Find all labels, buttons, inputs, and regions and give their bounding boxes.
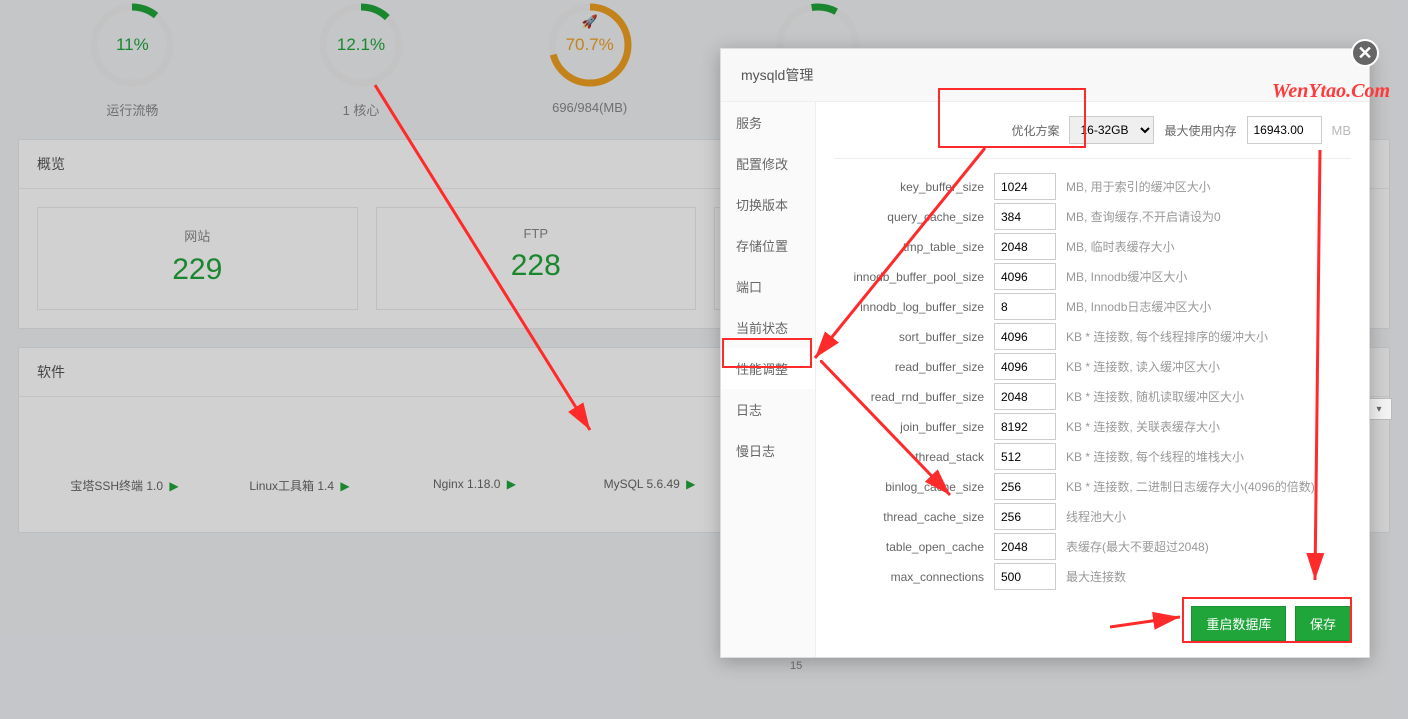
modal-sidebar-item-3[interactable]: 存储位置 xyxy=(721,225,815,266)
param-key: max_connections xyxy=(834,570,994,584)
param-row-tmp_table_size: tmp_table_size MB, 临时表缓存大小 xyxy=(834,233,1351,260)
restart-db-button[interactable]: 重启数据库 xyxy=(1191,606,1286,641)
param-row-binlog_cache_size: binlog_cache_size KB * 连接数, 二进制日志缓存大小(409… xyxy=(834,473,1351,500)
param-desc: KB * 连接数, 随机读取缓冲区大小 xyxy=(1066,388,1244,405)
param-row-sort_buffer_size: sort_buffer_size KB * 连接数, 每个线程排序的缓冲大小 xyxy=(834,323,1351,350)
close-icon: ✕ xyxy=(1357,44,1372,62)
param-row-innodb_buffer_pool_size: innodb_buffer_pool_size MB, Innodb缓冲区大小 xyxy=(834,263,1351,290)
modal-main: 优化方案 16-32GB 最大使用内存 MB key_buffer_size MB… xyxy=(816,102,1369,657)
param-desc: KB * 连接数, 读入缓冲区大小 xyxy=(1066,358,1220,375)
param-desc: MB, Innodb缓冲区大小 xyxy=(1066,268,1187,285)
param-desc: MB, 临时表缓存大小 xyxy=(1066,238,1175,255)
param-key: query_cache_size xyxy=(834,210,994,224)
modal-sidebar-item-8[interactable]: 慢日志 xyxy=(721,430,815,471)
max-mem-input[interactable] xyxy=(1247,116,1322,144)
param-row-join_buffer_size: join_buffer_size KB * 连接数, 关联表缓存大小 xyxy=(834,413,1351,440)
modal-sidebar-item-0[interactable]: 服务 xyxy=(721,102,815,143)
param-input-binlog_cache_size[interactable] xyxy=(994,473,1056,500)
mysqld-modal: ✕ mysqld管理 服务配置修改切换版本存储位置端口当前状态性能调整日志慢日志… xyxy=(720,48,1370,658)
param-row-key_buffer_size: key_buffer_size MB, 用于索引的缓冲区大小 xyxy=(834,173,1351,200)
param-key: join_buffer_size xyxy=(834,420,994,434)
param-input-join_buffer_size[interactable] xyxy=(994,413,1056,440)
param-row-read_buffer_size: read_buffer_size KB * 连接数, 读入缓冲区大小 xyxy=(834,353,1351,380)
param-input-max_connections[interactable] xyxy=(994,563,1056,590)
param-key: thread_cache_size xyxy=(834,510,994,524)
param-input-read_buffer_size[interactable] xyxy=(994,353,1056,380)
modal-sidebar-item-6[interactable]: 性能调整 xyxy=(721,348,815,389)
param-row-read_rnd_buffer_size: read_rnd_buffer_size KB * 连接数, 随机读取缓冲区大小 xyxy=(834,383,1351,410)
param-desc: MB, Innodb日志缓冲区大小 xyxy=(1066,298,1211,315)
modal-sidebar-item-5[interactable]: 当前状态 xyxy=(721,307,815,348)
param-key: sort_buffer_size xyxy=(834,330,994,344)
param-desc: 线程池大小 xyxy=(1066,508,1126,525)
close-button[interactable]: ✕ xyxy=(1351,39,1379,67)
param-key: table_open_cache xyxy=(834,540,994,554)
param-input-read_rnd_buffer_size[interactable] xyxy=(994,383,1056,410)
max-mem-label: 最大使用内存 xyxy=(1164,122,1236,139)
modal-sidebar-item-7[interactable]: 日志 xyxy=(721,389,815,430)
param-desc: KB * 连接数, 每个线程排序的缓冲大小 xyxy=(1066,328,1268,345)
param-input-thread_stack[interactable] xyxy=(994,443,1056,470)
param-row-max_connections: max_connections 最大连接数 xyxy=(834,563,1351,590)
param-key: key_buffer_size xyxy=(834,180,994,194)
param-row-innodb_log_buffer_size: innodb_log_buffer_size MB, Innodb日志缓冲区大小 xyxy=(834,293,1351,320)
param-key: read_buffer_size xyxy=(834,360,994,374)
param-input-innodb_log_buffer_size[interactable] xyxy=(994,293,1056,320)
param-key: innodb_log_buffer_size xyxy=(834,300,994,314)
param-input-table_open_cache[interactable] xyxy=(994,533,1056,560)
param-desc: 最大连接数 xyxy=(1066,568,1126,585)
opt-scheme-select[interactable]: 16-32GB xyxy=(1069,116,1154,144)
param-desc: KB * 连接数, 每个线程的堆栈大小 xyxy=(1066,448,1244,465)
save-button[interactable]: 保存 xyxy=(1295,606,1351,641)
modal-sidebar: 服务配置修改切换版本存储位置端口当前状态性能调整日志慢日志 xyxy=(721,102,816,657)
param-input-innodb_buffer_pool_size[interactable] xyxy=(994,263,1056,290)
param-row-thread_cache_size: thread_cache_size 线程池大小 xyxy=(834,503,1351,530)
param-input-tmp_table_size[interactable] xyxy=(994,233,1056,260)
param-row-query_cache_size: query_cache_size MB, 查询缓存,不开启请设为0 xyxy=(834,203,1351,230)
param-key: innodb_buffer_pool_size xyxy=(834,270,994,284)
param-key: read_rnd_buffer_size xyxy=(834,390,994,404)
param-key: binlog_cache_size xyxy=(834,480,994,494)
max-mem-unit: MB xyxy=(1332,123,1352,138)
param-desc: KB * 连接数, 二进制日志缓存大小(4096的倍数) xyxy=(1066,478,1315,495)
param-row-thread_stack: thread_stack KB * 连接数, 每个线程的堆栈大小 xyxy=(834,443,1351,470)
modal-sidebar-item-4[interactable]: 端口 xyxy=(721,266,815,307)
param-key: thread_stack xyxy=(834,450,994,464)
param-desc: KB * 连接数, 关联表缓存大小 xyxy=(1066,418,1220,435)
param-input-sort_buffer_size[interactable] xyxy=(994,323,1056,350)
watermark: WenYtao.Com xyxy=(1272,80,1390,103)
param-desc: MB, 用于索引的缓冲区大小 xyxy=(1066,178,1211,195)
param-input-query_cache_size[interactable] xyxy=(994,203,1056,230)
param-row-table_open_cache: table_open_cache 表缓存(最大不要超过2048) xyxy=(834,533,1351,560)
opt-scheme-label: 优化方案 xyxy=(1011,122,1059,139)
modal-sidebar-item-2[interactable]: 切换版本 xyxy=(721,184,815,225)
param-desc: MB, 查询缓存,不开启请设为0 xyxy=(1066,208,1221,225)
param-key: tmp_table_size xyxy=(834,240,994,254)
param-desc: 表缓存(最大不要超过2048) xyxy=(1066,538,1209,555)
param-input-thread_cache_size[interactable] xyxy=(994,503,1056,530)
modal-sidebar-item-1[interactable]: 配置修改 xyxy=(721,143,815,184)
param-input-key_buffer_size[interactable] xyxy=(994,173,1056,200)
